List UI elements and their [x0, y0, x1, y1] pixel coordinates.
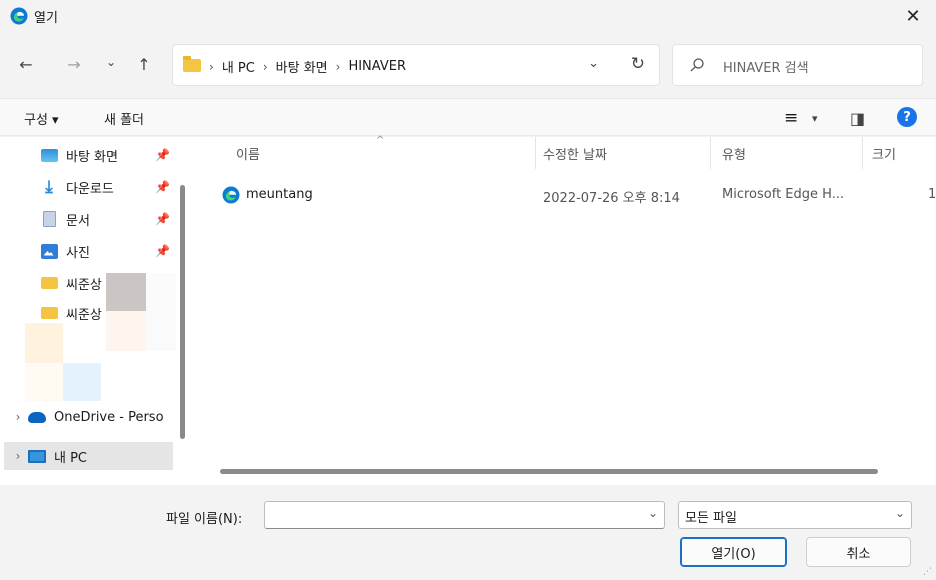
organize-menu-button[interactable]: 구성 ▾ [24, 109, 59, 128]
breadcrumb: › 내 PC › 바탕 화면 › HINAVER [209, 57, 406, 76]
sidebar-item-pictures[interactable]: 사진 📌 [0, 237, 178, 265]
file-type-select[interactable]: 모든 파일 ⌄ [678, 501, 912, 529]
sidebar-item-label: 내 PC [54, 450, 88, 466]
open-button[interactable]: 열기(O) [680, 537, 787, 567]
filename-label: 파일 이름(N): [166, 512, 243, 527]
chevron-right-icon[interactable]: › [263, 60, 268, 74]
search-icon [690, 58, 704, 72]
edge-html-file-icon [222, 186, 240, 204]
file-date: 2022-07-26 오후 8:14 [543, 191, 680, 206]
sidebar-item-downloads[interactable]: ⤓ 다운로드 📌 [0, 173, 178, 201]
sidebar-item-this-pc[interactable]: › 내 PC [4, 442, 173, 470]
folder-icon [183, 56, 201, 72]
folder-icon [40, 277, 58, 289]
onedrive-icon [28, 411, 46, 423]
redacted-patch [146, 311, 176, 351]
column-divider[interactable] [710, 137, 711, 169]
address-dropdown-button[interactable]: ⌄ [588, 56, 599, 71]
address-bar[interactable]: › 내 PC › 바탕 화면 › HINAVER ⌄ ↻ [172, 44, 660, 86]
chevron-down-icon[interactable]: ⌄ [648, 506, 658, 520]
column-header-date[interactable]: 수정한 날짜 [543, 144, 607, 163]
column-divider[interactable] [862, 137, 863, 169]
dialog-footer: 파일 이름(N): ⌄ 모든 파일 ⌄ 열기(O) 취소 ⋰ [0, 485, 936, 580]
column-header-size[interactable]: 크기 [872, 144, 896, 163]
help-icon[interactable]: ? [897, 107, 917, 127]
chevron-right-icon[interactable]: › [12, 449, 24, 463]
redacted-patch [25, 363, 63, 401]
search-input[interactable]: HINAVER 검색 [723, 57, 809, 76]
file-size: 1 [928, 187, 936, 202]
up-button[interactable]: ↑ [130, 50, 158, 78]
redacted-patch [63, 363, 101, 401]
sidebar-item-documents[interactable]: 문서 📌 [0, 205, 178, 233]
breadcrumb-item-desktop[interactable]: 바탕 화면 [276, 57, 328, 76]
pictures-icon [40, 243, 58, 259]
column-header-name[interactable]: 이름 [236, 144, 260, 163]
sidebar-item-label: 씨준상 [66, 277, 102, 293]
file-name: meuntang [246, 187, 313, 202]
sidebar-item-label: OneDrive - Perso [54, 409, 164, 425]
sidebar-item-label: 씨준상 [66, 307, 102, 323]
chevron-down-icon[interactable]: ⌄ [895, 506, 905, 520]
file-list: ^ 이름 수정한 날짜 유형 크기 meuntang 2022-07-26 오후… [200, 135, 936, 485]
pin-icon[interactable]: 📌 [155, 180, 170, 194]
back-button[interactable]: ← [12, 50, 40, 78]
download-icon: ⤓ [45, 177, 53, 197]
command-bar: 구성 ▾ 새 폴더 ≡ ▾ ◨ ? [0, 98, 936, 136]
horizontal-scrollbar[interactable] [220, 469, 878, 474]
content-area: 바탕 화면 📌 ⤓ 다운로드 📌 문서 📌 사진 📌 씨준상 씨준상 › One… [0, 135, 936, 485]
forward-button[interactable]: → [60, 50, 88, 78]
breadcrumb-item-hinaver[interactable]: HINAVER [348, 59, 406, 74]
sort-ascending-icon: ^ [376, 135, 385, 146]
sidebar-item-label: 사진 [66, 245, 90, 261]
pin-icon[interactable]: 📌 [155, 212, 170, 226]
redacted-patch [106, 273, 146, 311]
redacted-patch [25, 323, 63, 363]
window-title: 열기 [34, 11, 58, 26]
edge-app-icon [10, 7, 28, 25]
sidebar-item-onedrive[interactable]: › OneDrive - Perso [0, 403, 178, 431]
recent-locations-button[interactable]: ⌄ [97, 48, 125, 76]
resize-grip-icon[interactable]: ⋰ [923, 567, 933, 577]
chevron-right-icon[interactable]: › [12, 410, 24, 424]
chevron-right-icon: › [209, 59, 214, 74]
desktop-icon [40, 148, 58, 162]
redacted-patch [146, 273, 176, 311]
sidebar-scrollbar[interactable] [180, 185, 185, 439]
sidebar-item-desktop[interactable]: 바탕 화면 📌 [0, 141, 178, 169]
filename-field[interactable]: ⌄ [264, 501, 665, 529]
view-dropdown-icon[interactable]: ▾ [812, 107, 818, 129]
title-bar: 열기 ✕ [0, 0, 936, 32]
search-box[interactable]: HINAVER 검색 [672, 44, 923, 86]
cancel-button[interactable]: 취소 [806, 537, 911, 567]
navigation-bar: ← → ⌄ ↑ › 내 PC › 바탕 화면 › HINAVER ⌄ ↻ HIN… [0, 34, 936, 96]
document-icon [42, 211, 56, 227]
close-button[interactable]: ✕ [890, 0, 936, 32]
refresh-button[interactable]: ↻ [631, 54, 645, 74]
open-file-dialog: 열기 ✕ ← → ⌄ ↑ › 내 PC › 바탕 화면 › HINAVER ⌄ … [0, 0, 936, 580]
pin-icon[interactable]: 📌 [155, 244, 170, 258]
chevron-right-icon[interactable]: › [336, 60, 341, 74]
file-row[interactable]: meuntang 2022-07-26 오후 8:14 Microsoft Ed… [200, 181, 936, 209]
preview-pane-icon[interactable]: ◨ [850, 107, 865, 129]
new-folder-button[interactable]: 새 폴더 [104, 109, 144, 128]
column-divider[interactable] [535, 137, 536, 169]
pc-icon [28, 449, 46, 463]
sidebar-item-label: 다운로드 [66, 181, 114, 197]
navigation-pane: 바탕 화면 📌 ⤓ 다운로드 📌 문서 📌 사진 📌 씨준상 씨준상 › One… [0, 137, 190, 485]
file-type: Microsoft Edge H... [722, 187, 845, 202]
sidebar-item-label: 문서 [66, 213, 90, 229]
folder-icon [40, 307, 58, 319]
pin-icon[interactable]: 📌 [155, 148, 170, 162]
column-header-type[interactable]: 유형 [722, 144, 746, 163]
redacted-patch [106, 311, 146, 351]
view-options-icon[interactable]: ≡ [784, 107, 798, 129]
file-type-value: 모든 파일 [685, 511, 737, 526]
sidebar-item-label: 바탕 화면 [66, 149, 118, 165]
breadcrumb-item-pc[interactable]: 내 PC [222, 57, 255, 76]
